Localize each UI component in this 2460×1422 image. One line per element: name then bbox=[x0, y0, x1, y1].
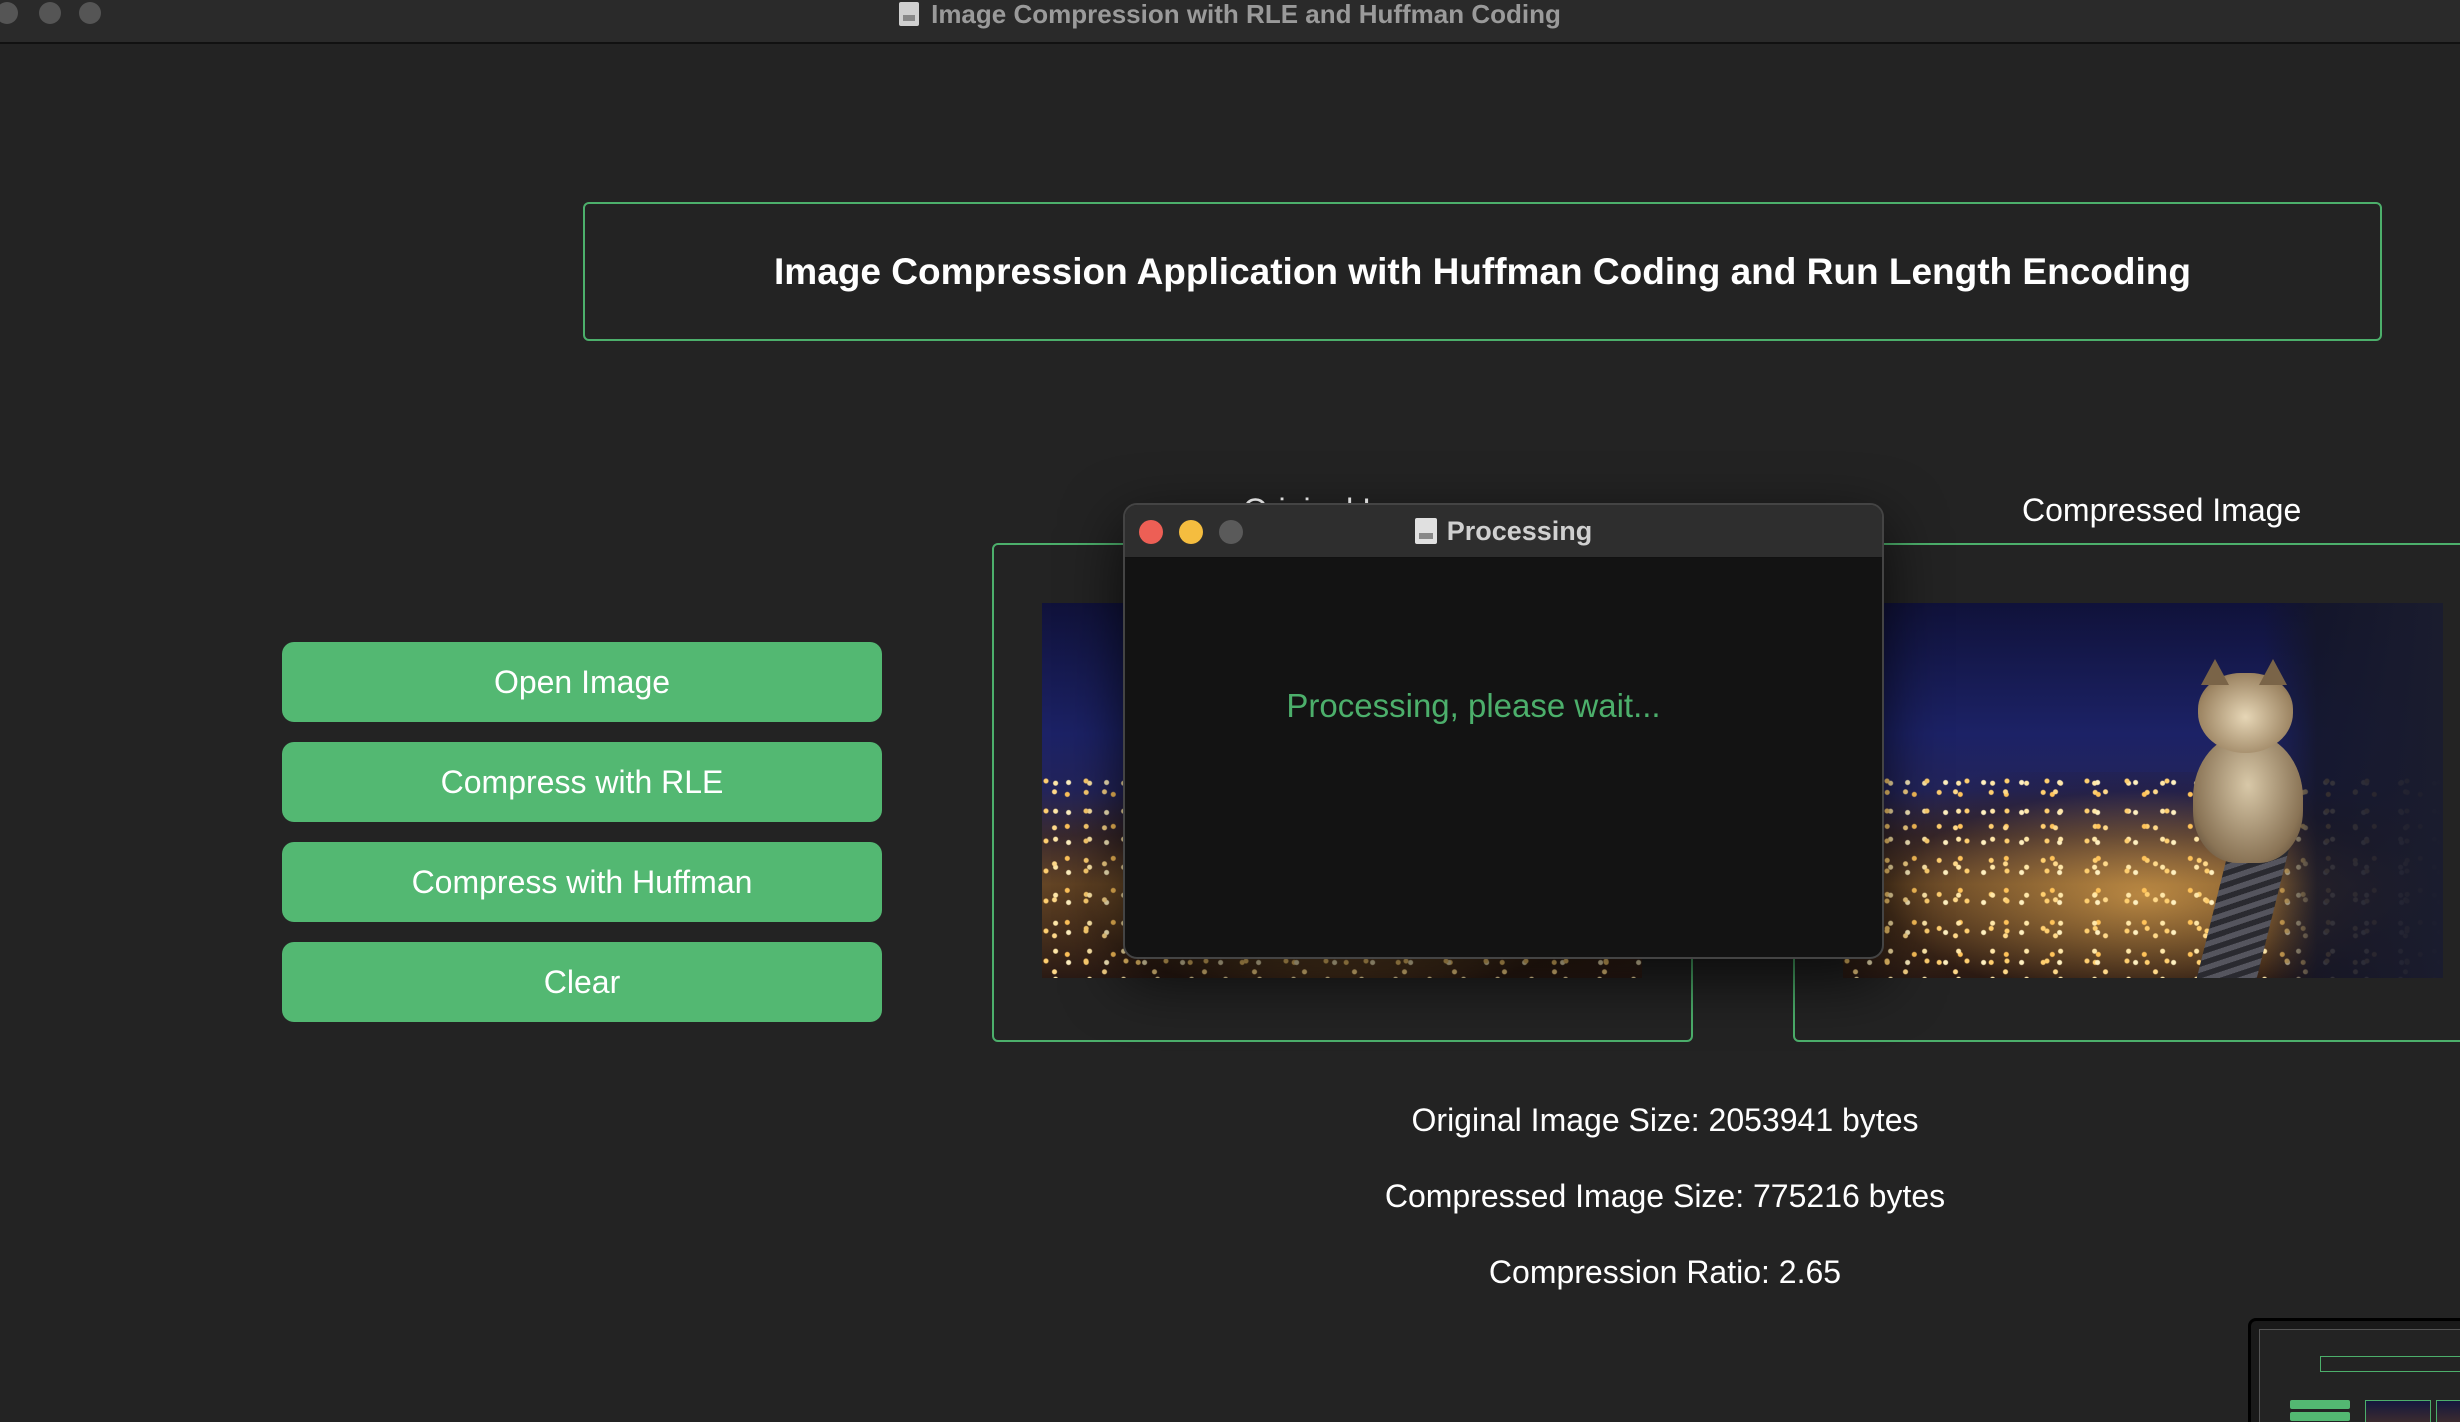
thumbnail-preview bbox=[2259, 1329, 2460, 1422]
cat-ear-left bbox=[2201, 659, 2229, 685]
window-titlebar: Image Compression with RLE and Huffman C… bbox=[0, 0, 2460, 44]
compression-ratio-text: Compression Ratio: 2.65 bbox=[1488, 1254, 1842, 1290]
compressed-image-panel bbox=[1793, 543, 2460, 1042]
screenshot-thumbnail[interactable] bbox=[2248, 1318, 2460, 1422]
window-title: Image Compression with RLE and Huffman C… bbox=[931, 0, 1561, 29]
thumbnail-image bbox=[2365, 1400, 2431, 1422]
cat-head bbox=[2198, 673, 2293, 753]
cat-ear-right bbox=[2259, 659, 2287, 685]
compress-huffman-button[interactable]: Compress with Huffman bbox=[282, 842, 882, 922]
original-size-text: Original Image Size: 2053941 bytes bbox=[1411, 1102, 1919, 1138]
open-image-button[interactable]: Open Image bbox=[282, 642, 882, 722]
window-title-group: Image Compression with RLE and Huffman C… bbox=[0, 0, 2460, 29]
thumbnail-button bbox=[2290, 1400, 2350, 1409]
compress-rle-button[interactable]: Compress with RLE bbox=[282, 742, 882, 822]
clear-button[interactable]: Clear bbox=[282, 942, 882, 1022]
document-icon bbox=[1414, 518, 1437, 544]
dialog-title: Processing bbox=[1446, 515, 1593, 546]
compressed-image bbox=[1843, 603, 2443, 978]
dialog-title-group: Processing bbox=[1125, 505, 1882, 557]
thumbnail-image bbox=[2436, 1400, 2460, 1422]
app-header-title: Image Compression Application with Huffm… bbox=[774, 250, 2191, 292]
dialog-titlebar: Processing bbox=[1125, 505, 1882, 558]
thumbnail-header bbox=[2320, 1356, 2460, 1372]
processing-message: Processing, please wait... bbox=[1286, 687, 1661, 724]
document-icon bbox=[899, 2, 920, 26]
thumbnail-button bbox=[2290, 1412, 2350, 1421]
processing-dialog: Processing Processing, please wait... bbox=[1123, 503, 1884, 959]
compressed-image-label: Compressed Image bbox=[2022, 492, 2302, 528]
compressed-size-text: Compressed Image Size: 775216 bytes bbox=[1384, 1178, 1946, 1214]
app-window: Image Compression with RLE and Huffman C… bbox=[0, 0, 2460, 1422]
cat-figure bbox=[2173, 659, 2313, 873]
app-header: Image Compression Application with Huffm… bbox=[583, 202, 2382, 341]
